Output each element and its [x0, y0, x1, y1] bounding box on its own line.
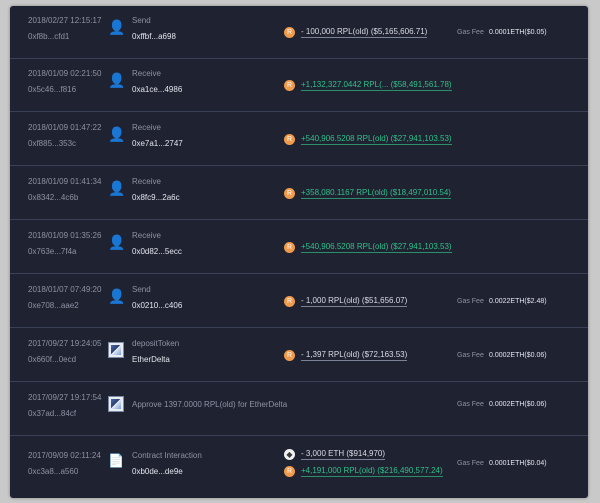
tx-date: 2018/01/07 07:49:20 — [28, 285, 102, 294]
tx-hash[interactable]: 0x5c46...f816 — [28, 85, 76, 94]
amount-text[interactable]: - 100,000 RPL(old) ($5,165,606.71) — [301, 27, 428, 38]
tx-address[interactable]: EtherDelta — [132, 355, 170, 364]
gas-fee-label: Gas Fee — [457, 298, 484, 305]
tx-type: Send — [132, 285, 151, 294]
tx-type: Receive — [132, 123, 161, 132]
tx-type: Receive — [132, 177, 161, 186]
transaction-row[interactable]: 2018/01/09 01:41:34 0x8342...4c6b 👤 Rece… — [10, 167, 588, 220]
tx-type: Send — [132, 16, 151, 25]
transaction-row[interactable]: 2018/01/09 01:35:26 0x763e...7f4a 👤 Rece… — [10, 221, 588, 274]
etherdelta-logo-icon — [108, 396, 124, 412]
amount-text[interactable]: +358,080.1167 RPL(old) ($18,497,010.54) — [301, 188, 451, 199]
gas-fee-label: Gas Fee — [457, 460, 484, 467]
amount-line: R +1,132,327.0442 RPL(... ($58,491,561.7… — [284, 78, 452, 92]
tx-date: 2017/09/09 02:11:24 — [28, 451, 101, 460]
transaction-row[interactable]: 2018/01/07 07:49:20 0xe708...aae2 👤 Send… — [10, 275, 588, 328]
tx-address[interactable]: 0xb0de...de9e — [132, 467, 183, 476]
tx-type: Receive — [132, 231, 161, 240]
transaction-row[interactable]: 2017/09/09 02:11:24 0xc3a8...a560 📄 Cont… — [10, 437, 588, 498]
rpl-coin-icon: R — [284, 241, 295, 253]
tx-address[interactable]: 0xa1ce...4986 — [132, 85, 182, 94]
transaction-row[interactable]: 2018/01/09 02:21:50 0x5c46...f816 👤 Rece… — [10, 59, 588, 112]
tx-date: 2018/01/09 01:47:22 — [28, 123, 102, 132]
document-icon: 📄 — [108, 453, 125, 468]
tx-address[interactable]: 0xe7a1...2747 — [132, 139, 183, 148]
user-icon: 👤 — [108, 234, 126, 250]
tx-hash[interactable]: 0xf885...353c — [28, 139, 76, 148]
amount-text[interactable]: +540,906.5208 RPL(old) ($27,941,103.53) — [301, 134, 452, 145]
eth-coin-icon: ◆ — [284, 448, 295, 460]
transaction-row[interactable]: 2018/01/09 01:47:22 0xf885...353c 👤 Rece… — [10, 113, 588, 166]
tx-address[interactable]: 0x0210...c406 — [132, 301, 182, 310]
amount-line: R +4,191,000 RPL(old) ($216,490,577.24) — [284, 464, 443, 478]
rpl-coin-icon: R — [284, 349, 295, 361]
transaction-row[interactable]: 2017/09/27 19:24:05 0x660f...0ecd deposi… — [10, 329, 588, 382]
tx-date: 2018/01/09 02:21:50 — [28, 69, 102, 78]
tx-hash[interactable]: 0x37ad...84cf — [28, 409, 76, 418]
amount-line: R +358,080.1167 RPL(old) ($18,497,010.54… — [284, 186, 451, 200]
amount-line: R +540,906.5208 RPL(old) ($27,941,103.53… — [284, 132, 452, 146]
user-icon: 👤 — [108, 72, 126, 88]
tx-date: 2017/09/27 19:24:05 — [28, 339, 102, 348]
rpl-coin-icon: R — [284, 133, 295, 145]
gas-fee-label: Gas Fee — [457, 29, 484, 36]
amount-text[interactable]: +540,906.5208 RPL(old) ($27,941,103.53) — [301, 242, 452, 253]
rpl-coin-icon: R — [284, 79, 295, 91]
gas-fee-label: Gas Fee — [457, 352, 484, 359]
tx-type: Contract Interaction — [132, 451, 202, 460]
transaction-row[interactable]: 2018/02/27 12:15:17 0xf8b...cfd1 👤 Send … — [10, 6, 588, 59]
tx-date: 2018/02/27 12:15:17 — [28, 16, 102, 25]
tx-hash[interactable]: 0x8342...4c6b — [28, 193, 78, 202]
tx-address[interactable]: 0xffbf...a698 — [132, 32, 176, 41]
user-icon: 👤 — [108, 126, 126, 142]
gas-fee-value: 0.0002ETH($0.06) — [489, 352, 547, 359]
etherdelta-logo-icon — [108, 342, 124, 358]
tx-date: 2017/09/27 19:17:54 — [28, 393, 102, 402]
gas-fee-label: Gas Fee — [457, 401, 484, 408]
gas-fee-value: 0.0001ETH($0.05) — [489, 29, 547, 36]
user-icon: 👤 — [108, 180, 126, 196]
transaction-row[interactable]: 2017/09/27 19:17:54 0x37ad...84cf Approv… — [10, 383, 588, 436]
gas-fee-value: 0.0022ETH($2.48) — [489, 298, 547, 305]
tx-hash[interactable]: 0xc3a8...a560 — [28, 467, 78, 476]
gas-fee-value: 0.0002ETH($0.06) — [489, 401, 547, 408]
gas-fee-value: 0.0001ETH($0.04) — [489, 460, 547, 467]
amount-text[interactable]: +4,191,000 RPL(old) ($216,490,577.24) — [301, 466, 443, 477]
amount-line: R +540,906.5208 RPL(old) ($27,941,103.53… — [284, 240, 452, 254]
user-icon: 👤 — [108, 19, 126, 35]
rpl-coin-icon: R — [284, 295, 295, 307]
amount-text[interactable]: - 1,000 RPL(old) ($51,656.07) — [301, 296, 408, 307]
tx-hash[interactable]: 0xe708...aae2 — [28, 301, 79, 310]
tx-hash[interactable]: 0xf8b...cfd1 — [28, 32, 69, 41]
rpl-coin-icon: R — [284, 465, 295, 477]
amount-text[interactable]: +1,132,327.0442 RPL(... ($58,491,561.78) — [301, 80, 452, 91]
tx-date: 2018/01/09 01:35:26 — [28, 231, 102, 240]
user-icon: 👤 — [108, 288, 126, 304]
rpl-coin-icon: R — [284, 26, 295, 38]
tx-hash[interactable]: 0x660f...0ecd — [28, 355, 76, 364]
transaction-list: 2018/02/27 12:15:17 0xf8b...cfd1 👤 Send … — [10, 6, 588, 498]
amount-line: R - 100,000 RPL(old) ($5,165,606.71) — [284, 25, 428, 39]
tx-hash[interactable]: 0x763e...7f4a — [28, 247, 76, 256]
amount-line: R - 1,000 RPL(old) ($51,656.07) — [284, 294, 408, 308]
amount-line: ◆ - 3,000 ETH ($914,970) — [284, 447, 386, 461]
tx-type: depositToken — [132, 339, 180, 348]
tx-date: 2018/01/09 01:41:34 — [28, 177, 102, 186]
tx-type: Receive — [132, 69, 161, 78]
amount-text[interactable]: - 3,000 ETH ($914,970) — [301, 449, 386, 460]
amount-line: R - 1,397 RPL(old) ($72,163.53) — [284, 348, 408, 362]
tx-address[interactable]: 0x0d82...5ecc — [132, 247, 182, 256]
amount-text[interactable]: - 1,397 RPL(old) ($72,163.53) — [301, 350, 408, 361]
rpl-coin-icon: R — [284, 187, 295, 199]
tx-type: Approve 1397.0000 RPL(old) for EtherDelt… — [132, 400, 288, 409]
tx-address[interactable]: 0x8fc9...2a6c — [132, 193, 180, 202]
